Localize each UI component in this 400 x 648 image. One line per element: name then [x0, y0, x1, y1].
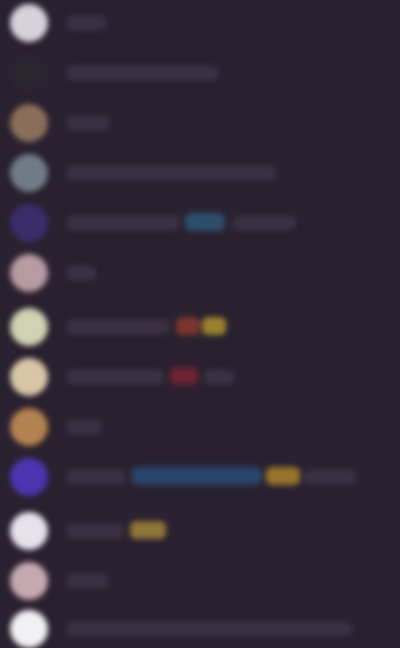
- role-badge: [130, 521, 166, 539]
- list-item[interactable]: [0, 52, 400, 92]
- role-badge: [266, 467, 300, 485]
- name-placeholder: [66, 216, 180, 230]
- name-placeholder: [66, 266, 96, 280]
- name-placeholder: [66, 420, 102, 434]
- avatar: [10, 512, 48, 550]
- name-placeholder: [66, 574, 108, 588]
- role-badge: [176, 317, 200, 335]
- role-badge: [185, 213, 225, 231]
- name-placeholder: [66, 16, 106, 30]
- list-item[interactable]: [0, 356, 400, 396]
- avatar: [10, 308, 48, 346]
- list-item[interactable]: [0, 252, 400, 292]
- list-item[interactable]: [0, 102, 400, 142]
- avatar: [10, 154, 48, 192]
- role-badge: [170, 367, 198, 385]
- list-item[interactable]: [0, 510, 400, 550]
- list-item[interactable]: [0, 306, 400, 346]
- name-placeholder: [204, 370, 234, 384]
- list-item[interactable]: [0, 152, 400, 192]
- avatar: [10, 458, 48, 496]
- avatar: [10, 54, 48, 92]
- list-item[interactable]: [0, 608, 400, 648]
- name-placeholder: [66, 622, 352, 636]
- list-item[interactable]: [0, 2, 400, 42]
- avatar: [10, 610, 48, 648]
- avatar: [10, 562, 48, 600]
- avatar: [10, 204, 48, 242]
- name-placeholder: [66, 320, 170, 334]
- avatar: [10, 408, 48, 446]
- name-placeholder: [66, 66, 218, 80]
- avatar: [10, 104, 48, 142]
- role-badge: [202, 317, 226, 335]
- name-placeholder: [66, 370, 164, 384]
- name-placeholder: [66, 524, 124, 538]
- name-placeholder: [66, 116, 110, 130]
- list-item[interactable]: [0, 406, 400, 446]
- name-placeholder: [66, 166, 276, 180]
- list-item[interactable]: [0, 456, 400, 496]
- avatar: [10, 4, 48, 42]
- avatar: [10, 254, 48, 292]
- name-placeholder: [304, 470, 356, 484]
- name-placeholder: [66, 470, 126, 484]
- list-item[interactable]: [0, 560, 400, 600]
- name-placeholder: [232, 216, 296, 230]
- member-list: [0, 0, 400, 648]
- list-item[interactable]: [0, 202, 400, 242]
- avatar: [10, 358, 48, 396]
- role-badge: [132, 467, 262, 485]
